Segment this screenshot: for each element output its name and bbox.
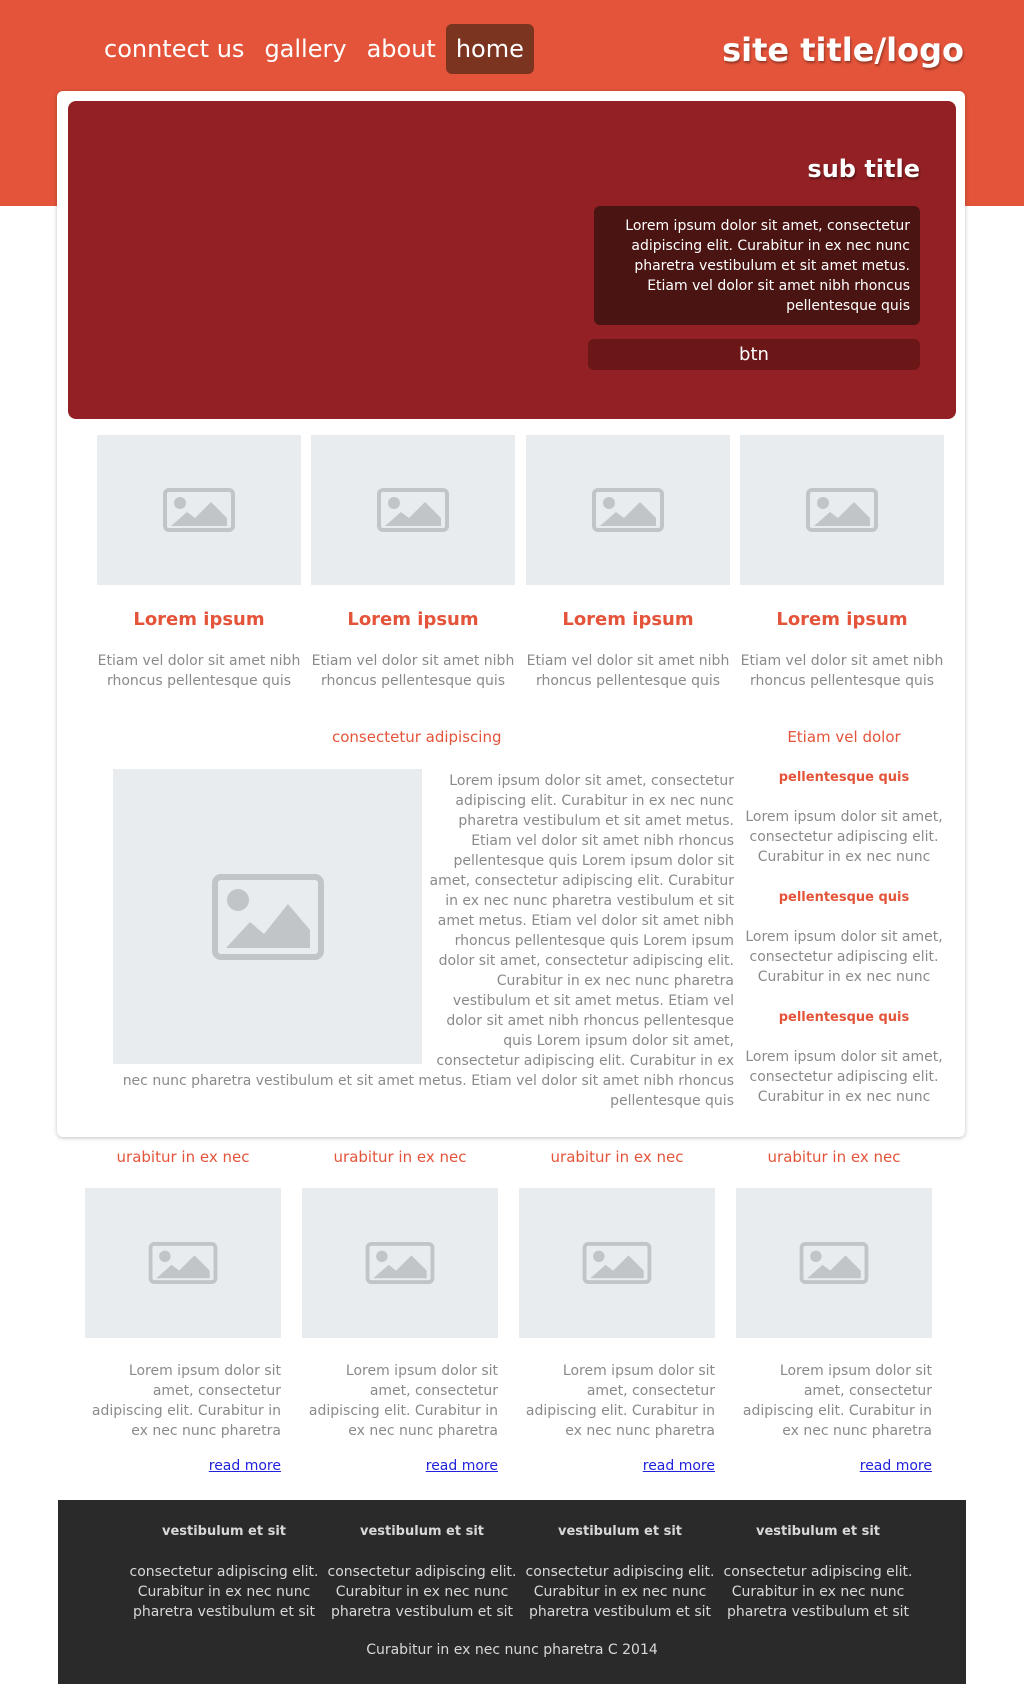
column-text: Lorem ipsum dolor sit amet, consectetur … [525,1363,715,1439]
hero-text-box: Lorem ipsum dolor sit amet, consectetur … [594,206,920,325]
feature-image [97,435,301,585]
feature-image [311,435,515,585]
nav-item-contact[interactable]: conntect us [94,24,254,74]
image-placeholder-icon [163,488,235,532]
sidebar: pellentesque quis Lorem ipsum dolor sit … [744,768,944,1107]
footer-text: consectetur adipiscing elit. Curabitur i… [525,1564,715,1620]
nav-item-home[interactable]: home [445,24,534,74]
feature-text: Etiam vel dolor sit amet nibh rhoncus pe… [740,653,944,689]
content-column: urabitur in ex nec Lorem ipsum dolor sit… [85,1147,281,1476]
column-heading: urabitur in ex nec [550,1148,684,1166]
article-image [113,769,422,1064]
image-placeholder-icon [377,488,449,532]
read-more-link[interactable]: read more [860,1458,932,1474]
feature-title: Lorem ipsum [347,609,479,630]
image-placeholder-icon [799,1242,869,1284]
column-text: Lorem ipsum dolor sit amet, consectetur … [742,1363,932,1439]
sidebar-item-title: pellentesque quis [778,890,910,905]
hero-banner: sub title Lorem ipsum dolor sit amet, co… [68,101,956,419]
content-column: urabitur in ex nec Lorem ipsum dolor sit… [736,1147,932,1476]
footer-heading: vestibulum et sit [359,1524,484,1539]
feature-title: Lorem ipsum [776,609,908,630]
column-heading: urabitur in ex nec [333,1148,467,1166]
footer-text: consectetur adipiscing elit. Curabitur i… [129,1564,319,1620]
image-placeholder-icon [148,1242,218,1284]
image-placeholder-icon [592,488,664,532]
article-text-tail: nec nunc pharetra vestibulum et sit amet… [122,1073,734,1109]
feature-card: Lorem ipsum Etiam vel dolor sit amet nib… [526,435,730,691]
feature-title: Lorem ipsum [133,609,265,630]
image-placeholder-icon [365,1242,435,1284]
feature-title: Lorem ipsum [562,609,694,630]
content-column: urabitur in ex nec Lorem ipsum dolor sit… [519,1147,715,1476]
column-text: Lorem ipsum dolor sit amet, consectetur … [308,1363,498,1439]
column-image [302,1188,498,1338]
footer-heading: vestibulum et sit [557,1524,682,1539]
article-text: Lorem ipsum dolor sit amet, consectetur … [429,773,734,1069]
column-heading: urabitur in ex nec [767,1148,901,1166]
feature-card: Lorem ipsum Etiam vel dolor sit amet nib… [740,435,944,691]
hero-button[interactable]: btn [588,339,920,370]
image-placeholder-icon [211,873,324,960]
column-image [85,1188,281,1338]
feature-card: Lorem ipsum Etiam vel dolor sit amet nib… [311,435,515,691]
footer-text: consectetur adipiscing elit. Curabitur i… [723,1564,913,1620]
content-column: urabitur in ex nec Lorem ipsum dolor sit… [302,1147,498,1476]
sidebar-item-text: Lorem ipsum dolor sit amet, consectetur … [745,809,943,865]
feature-text: Etiam vel dolor sit amet nibh rhoncus pe… [526,653,730,689]
sidebar-heading: Etiam vel dolor [787,728,901,746]
footer-heading: vestibulum et sit [161,1524,286,1539]
footer-column: vestibulum et sit consectetur adipiscing… [522,1522,718,1622]
sidebar-item-text: Lorem ipsum dolor sit amet, consectetur … [745,929,943,985]
column-image [736,1188,932,1338]
footer: vestibulum et sit consectetur adipiscing… [58,1500,966,1684]
column-image [519,1188,715,1338]
hero-subtitle: sub title [807,155,920,183]
footer-column: vestibulum et sit consectetur adipiscing… [126,1522,322,1622]
sidebar-item-text: Lorem ipsum dolor sit amet, consectetur … [745,1049,943,1105]
read-more-link[interactable]: read more [426,1458,498,1474]
feature-image [526,435,730,585]
sidebar-item-title: pellentesque quis [778,1010,910,1025]
column-text: Lorem ipsum dolor sit amet, consectetur … [91,1363,281,1439]
footer-column: vestibulum et sit consectetur adipiscing… [720,1522,916,1622]
feature-image [740,435,944,585]
column-heading: urabitur in ex nec [116,1148,250,1166]
site-title-logo[interactable]: site title/logo [722,30,964,70]
feature-text: Etiam vel dolor sit amet nibh rhoncus pe… [97,653,301,689]
read-more-link[interactable]: read more [209,1458,281,1474]
footer-heading: vestibulum et sit [755,1524,880,1539]
read-more-link[interactable]: read more [643,1458,715,1474]
sidebar-item-title: pellentesque quis [778,770,910,785]
article-heading: consectetur adipiscing [332,728,502,746]
image-placeholder-icon [806,488,878,532]
nav-item-gallery[interactable]: gallery [254,24,356,74]
main-nav: conntect us gallery about home [94,24,534,74]
nav-item-about[interactable]: about [357,24,446,74]
feature-card: Lorem ipsum Etiam vel dolor sit amet nib… [97,435,301,691]
footer-text: consectetur adipiscing elit. Curabitur i… [327,1564,517,1620]
copyright: Curabitur in ex nec nunc pharetra C 2014 [366,1642,658,1658]
feature-text: Etiam vel dolor sit amet nibh rhoncus pe… [311,653,515,689]
footer-column: vestibulum et sit consectetur adipiscing… [324,1522,520,1622]
image-placeholder-icon [582,1242,652,1284]
